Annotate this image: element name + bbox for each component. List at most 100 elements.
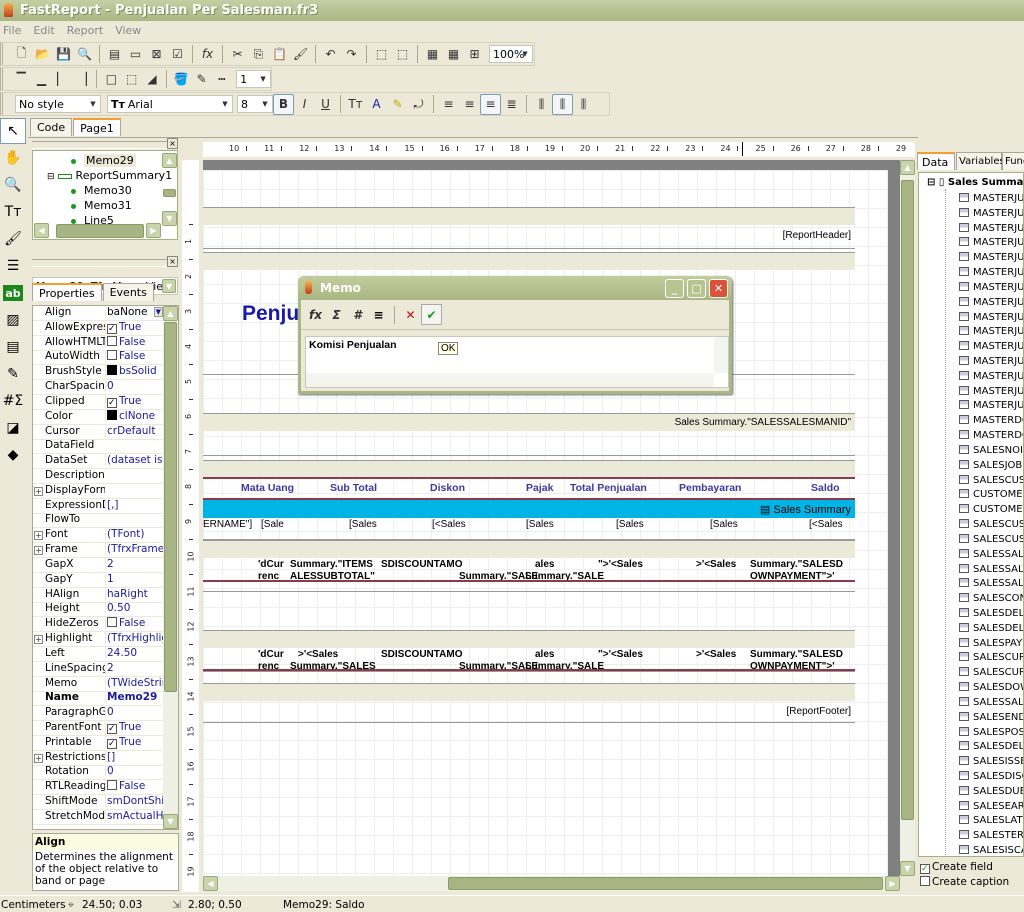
chevron-down-icon[interactable]: ▼ [519, 47, 531, 61]
dataset-node[interactable]: ⊟ ▯ Sales Summary [927, 177, 1023, 188]
data-field-item[interactable]: SALESSAL [959, 578, 1023, 589]
property-value[interactable]: False [105, 350, 163, 363]
data-field-item[interactable]: SALESPAY [959, 637, 1022, 649]
property-value[interactable]: clNone [105, 409, 163, 422]
property-value[interactable]: 0 [105, 380, 163, 393]
tree-node[interactable]: Memo30 [71, 184, 132, 197]
create-caption-checkbox[interactable]: Create caption [920, 876, 1009, 888]
data-field-item[interactable]: MASTERJU [959, 296, 1023, 308]
memo-object[interactable]: Saldo [811, 482, 840, 494]
data-field-item[interactable]: SALESISCA [959, 845, 1023, 856]
property-row[interactable]: BrushStyle bsSolid [33, 365, 163, 381]
property-row[interactable]: + Restrictions[] [33, 750, 163, 766]
scroll-up-icon[interactable]: ▲ [163, 306, 178, 321]
style-combo[interactable]: No style ▼ [15, 95, 101, 113]
scroll-right-icon[interactable]: ▶ [885, 876, 900, 891]
canvas-vscroll-thumb[interactable] [901, 180, 914, 820]
data-field-item[interactable]: SALESDUE [959, 785, 1023, 797]
scroll-right-icon[interactable]: ▶ [146, 223, 161, 238]
property-value[interactable]: 2 [105, 557, 163, 570]
data-field-item[interactable]: SALESCON [959, 593, 1023, 604]
memo-object[interactable]: >'<Sales [696, 649, 736, 660]
group-footer-band[interactable]: 'dCur Summary."ITEMS SDISCOUNTAMO ales ">'<S… [203, 558, 855, 592]
data-field-item[interactable]: MASTERDO [959, 415, 1023, 426]
data-field-item[interactable]: SALESISSE [959, 756, 1023, 767]
hand-icon[interactable]: ✋ [0, 145, 26, 171]
property-row[interactable]: ExpressionDelimiters[,] [33, 498, 163, 514]
property-row[interactable]: FlowTo [33, 513, 163, 529]
summary-band-title[interactable] [203, 630, 855, 648]
property-row[interactable]: + Frame (TfrxFrame) [33, 543, 163, 559]
chevron-down-icon[interactable]: ▼ [257, 72, 269, 86]
chevron-down-icon[interactable]: ▼ [153, 307, 163, 317]
format-copy-icon[interactable]: 🖌 [0, 226, 26, 252]
more-objects-icon[interactable]: ◆ [0, 442, 26, 468]
data-field-item[interactable]: MASTERJU [959, 281, 1023, 293]
new-page-icon[interactable]: ▤ [104, 44, 125, 65]
italic-icon[interactable]: I [294, 94, 315, 115]
new-icon[interactable]: 🗋 [11, 44, 32, 65]
property-value[interactable]: [,] [105, 498, 163, 511]
memo-object[interactable]: ">'<Sales [598, 649, 643, 660]
format-painter-icon[interactable]: 🖌 [290, 44, 311, 65]
checkbox-checked-icon[interactable]: ✓ [920, 864, 930, 874]
memo-object[interactable]: ales [535, 559, 554, 570]
data-field-item[interactable]: MASTERJU [959, 207, 1023, 219]
memo-object[interactable]: [Sales [526, 519, 554, 530]
tree-vscroll-thumb[interactable] [163, 189, 176, 197]
memo-object[interactable]: 'dCur [258, 649, 284, 660]
property-row[interactable]: Color clNone [33, 409, 163, 425]
create-field-checkbox[interactable]: ✓ Create field [920, 861, 993, 874]
group-icon[interactable]: ⬚ [371, 44, 392, 65]
property-row[interactable]: GapX 2 [33, 557, 163, 573]
cancel-icon[interactable]: ✕ [400, 304, 421, 325]
font-settings-icon[interactable]: Tт [345, 94, 366, 115]
data-field-item[interactable]: SALESDOW [959, 682, 1023, 693]
memo-object[interactable]: SDISCOUNTAMO [381, 559, 462, 570]
data-field-item[interactable]: SALESCUR [959, 667, 1023, 678]
align-left-icon[interactable]: ≡ [438, 94, 459, 115]
valign-top-icon[interactable]: ⫼ [531, 94, 552, 115]
memo-hscrollbar[interactable] [306, 373, 714, 387]
memo-object[interactable]: ERNAME"] [203, 519, 252, 530]
ok-icon[interactable]: ✔ [421, 304, 442, 325]
memo-object[interactable]: Summary."SALESD [750, 649, 843, 660]
tab-events[interactable]: Events [102, 283, 154, 301]
property-row[interactable]: Description [33, 469, 163, 485]
data-field-item[interactable]: SALESDEL [959, 741, 1023, 752]
property-value[interactable]: ✓ True [105, 735, 163, 749]
canvas-hscroll-thumb[interactable] [448, 877, 883, 890]
shadow-icon[interactable]: ◢ [142, 69, 162, 90]
property-row[interactable]: AllowExpress✓True [33, 320, 163, 336]
memo-object[interactable]: 'dCur [258, 559, 284, 570]
scroll-up-icon[interactable]: ▲ [162, 153, 177, 168]
tree-node[interactable]: ⊟ ReportSummary1 [47, 169, 172, 182]
data-field-item[interactable]: SALESCUS [959, 474, 1023, 486]
data-field-item[interactable]: MASTERJU [959, 400, 1023, 411]
canvas-hscrollbar[interactable]: ◀ ▶ [203, 876, 900, 891]
property-value[interactable]: baNone ▼ [105, 306, 163, 318]
chevron-down-icon[interactable]: ▼ [219, 97, 231, 111]
property-row[interactable]: RTLReading False [33, 780, 163, 796]
property-value[interactable]: (TFont) [105, 528, 163, 541]
close-button[interactable]: ✕ [709, 279, 728, 298]
checkbox-unchecked-icon[interactable] [107, 350, 117, 361]
group-header-band-title[interactable]: Sales Summary."SALESSALESMANID" [203, 413, 855, 431]
memo-object[interactable]: [<Sales [809, 519, 843, 530]
memo-object[interactable]: Total Penjualan [570, 482, 647, 494]
tab-code[interactable]: Code [30, 118, 73, 136]
property-row[interactable]: Left 24.50 [33, 646, 163, 662]
data-field-item[interactable]: MASTERJU [959, 341, 1023, 352]
font-color-icon[interactable]: A [366, 94, 387, 115]
picture-icon[interactable]: ▨ [0, 307, 26, 333]
checkbox-unchecked-icon[interactable] [107, 335, 117, 346]
property-row[interactable]: DataField [33, 439, 163, 455]
menu-report[interactable]: Report [67, 24, 103, 37]
frame-right-icon[interactable]: ▕ [72, 69, 92, 90]
frame-left-icon[interactable]: ▏ [52, 69, 72, 90]
data-field-item[interactable]: MASTERJU [959, 237, 1023, 248]
memo-object[interactable]: [<Sales [432, 519, 466, 530]
data-field-item[interactable]: SALESJOB [959, 459, 1022, 471]
data-field-item[interactable]: MASTERJU [959, 385, 1023, 397]
insert-format-icon[interactable]: # [347, 304, 368, 325]
